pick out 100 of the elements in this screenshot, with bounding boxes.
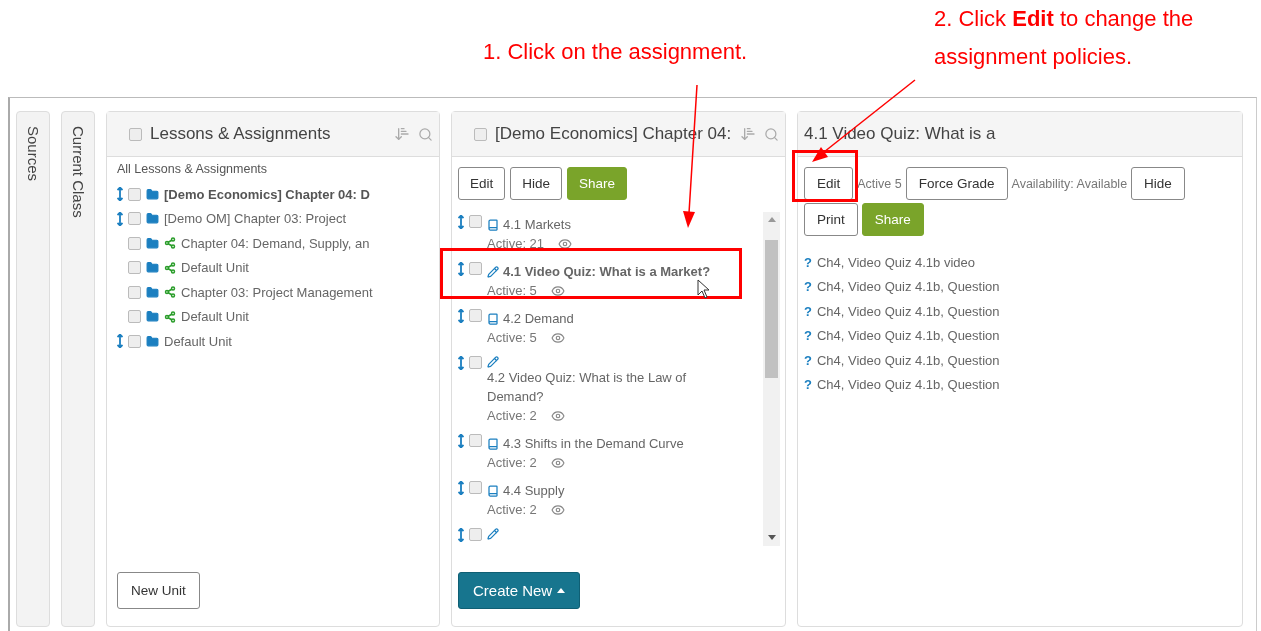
drag-handle-icon[interactable] — [458, 481, 464, 495]
search-icon[interactable] — [418, 126, 433, 142]
assignment-title[interactable]: 4.1 Markets — [503, 215, 571, 234]
checkbox[interactable] — [128, 212, 141, 226]
drag-handle-icon[interactable] — [458, 356, 464, 370]
folder-icon — [146, 310, 159, 324]
checkbox[interactable] — [474, 127, 487, 141]
question-item[interactable]: Ch4, Video Quiz 4.1b, Question — [816, 328, 1000, 344]
scroll-up-icon[interactable] — [767, 217, 776, 222]
drag-handle-icon[interactable] — [117, 187, 123, 202]
eye-icon[interactable] — [550, 502, 565, 517]
drag-handle-icon[interactable] — [117, 211, 123, 226]
book-icon — [487, 312, 499, 325]
active-count: Active: 2 — [487, 501, 537, 519]
folder-icon — [146, 285, 159, 299]
tree-item[interactable]: [Demo Economics] Chapter 04: D — [164, 186, 370, 202]
eye-icon[interactable] — [550, 283, 565, 298]
pencil-icon — [487, 356, 499, 368]
book-icon — [487, 218, 499, 231]
tree-item[interactable]: Default Unit — [181, 260, 249, 276]
scroll-down-icon[interactable] — [767, 535, 776, 540]
question-icon: ? — [804, 303, 812, 319]
tree-item[interactable]: Default Unit — [181, 309, 249, 325]
checkbox[interactable] — [469, 262, 482, 275]
eye-icon[interactable] — [558, 236, 573, 251]
tree-item[interactable]: Chapter 04: Demand, Supply, an — [181, 235, 370, 251]
eye-icon[interactable] — [550, 408, 565, 423]
assignment-title[interactable]: 4.2 Video Quiz: What is the Law of Demand? — [487, 368, 732, 406]
question-item[interactable]: Ch4, Video Quiz 4.1b, Question — [816, 352, 1000, 368]
active-count: Active: 5 — [487, 282, 537, 300]
question-item[interactable]: Ch4, Video Quiz 4.1b, Question — [816, 303, 1000, 319]
folder-icon — [146, 334, 159, 348]
book-icon — [487, 484, 499, 497]
checkbox[interactable] — [129, 127, 142, 141]
drag-handle-icon[interactable] — [458, 215, 464, 229]
checkbox[interactable] — [469, 481, 482, 494]
checkbox[interactable] — [128, 236, 141, 250]
action-button[interactable]: Hide — [510, 167, 563, 200]
assignment-title[interactable]: 4.4 Supply — [503, 481, 565, 500]
checkbox[interactable] — [128, 285, 141, 299]
checkbox[interactable] — [128, 334, 141, 348]
checkbox[interactable] — [128, 187, 141, 201]
question-item[interactable]: Ch4, Video Quiz 4.1b, Question — [816, 377, 1000, 393]
drag-handle-icon[interactable] — [458, 528, 464, 542]
caret-icon — [557, 588, 566, 593]
side-tab[interactable]: Sources — [16, 111, 50, 627]
action-button[interactable]: Print — [804, 203, 858, 236]
checkbox[interactable] — [469, 434, 482, 447]
eye-icon[interactable] — [550, 330, 565, 345]
tree-item[interactable]: Default Unit — [164, 333, 232, 349]
drag-handle-icon[interactable] — [458, 309, 464, 323]
create-new-button[interactable]: Create New — [458, 572, 581, 609]
action-button[interactable]: Edit — [458, 167, 506, 200]
question-item[interactable]: Ch4, Video Quiz 4.1b video — [816, 254, 975, 270]
mouse-cursor-icon — [697, 279, 711, 300]
folder-icon — [146, 212, 159, 226]
folder-icon — [146, 261, 159, 275]
side-tab[interactable]: Current Class — [61, 111, 95, 627]
panel-title: Lessons & Assignments — [150, 124, 332, 144]
assignment-title[interactable]: 4.3 Shifts in the Demand Curve — [503, 434, 684, 453]
scrollbar[interactable] — [763, 212, 780, 546]
pencil-icon — [487, 528, 499, 540]
checkbox[interactable] — [128, 310, 141, 324]
instruction-text: 2. Click Edit to change the assignment policies. — [934, 5, 1195, 71]
search-icon[interactable] — [764, 126, 779, 142]
checkbox[interactable] — [469, 356, 482, 369]
question-item[interactable]: Ch4, Video Quiz 4.1b, Question — [816, 279, 1000, 295]
checkbox[interactable] — [128, 261, 141, 275]
eye-icon[interactable] — [550, 455, 565, 470]
checkbox[interactable] — [469, 528, 482, 541]
new-unit-button[interactable]: New Unit — [117, 572, 200, 609]
checkbox[interactable] — [469, 215, 482, 228]
instruction-text: 1. Click on the assignment. — [483, 38, 748, 66]
highlight-frame — [792, 150, 858, 202]
active-count: Active: 21 — [487, 235, 545, 253]
action-button[interactable]: Edit — [804, 167, 854, 200]
action-button[interactable]: Hide — [1131, 167, 1185, 200]
drag-handle-icon[interactable] — [458, 262, 464, 276]
active-count: Active: 2 — [487, 407, 537, 425]
folder-icon — [146, 236, 159, 250]
question-icon: ? — [804, 279, 812, 295]
tree-item[interactable]: Chapter 03: Project Management — [181, 284, 373, 300]
drag-handle-icon[interactable] — [458, 434, 464, 448]
pencil-icon — [487, 265, 499, 278]
status-text: Active 5 — [857, 176, 902, 191]
tree-root-label: All Lessons & Assignments — [117, 162, 269, 176]
question-icon: ? — [804, 328, 812, 344]
folder-icon — [146, 187, 159, 201]
sort-icon[interactable] — [740, 126, 756, 142]
checkbox[interactable] — [469, 309, 482, 322]
action-button[interactable]: Force Grade — [905, 167, 1008, 200]
drag-handle-icon[interactable] — [117, 334, 123, 349]
tree-item[interactable]: [Demo OM] Chapter 03: Project — [164, 211, 347, 227]
active-count: Active: 5 — [487, 329, 537, 347]
assignment-title[interactable]: 4.1 Video Quiz: What is a Market? — [503, 262, 711, 281]
book-icon — [487, 437, 499, 450]
status-text: Availability: Available — [1011, 176, 1128, 191]
assignment-title[interactable]: 4.2 Demand — [503, 309, 574, 328]
sort-icon[interactable] — [394, 126, 410, 142]
question-icon: ? — [804, 254, 812, 270]
